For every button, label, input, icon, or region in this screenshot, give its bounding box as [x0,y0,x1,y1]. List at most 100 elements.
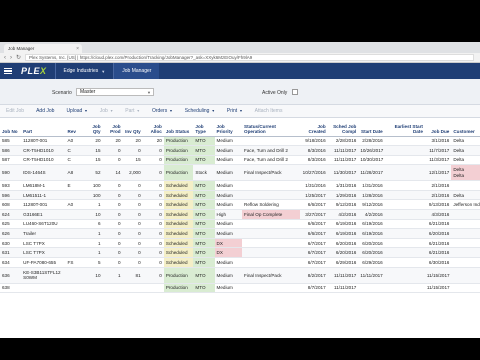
cell-earliest-start [384,247,425,259]
cell-job-alloc: 0 [142,238,164,249]
column-header-sched-job-compl[interactable]: Sched Job Compl [327,119,359,137]
cell-customer [451,228,480,239]
cell-sched-job-compl: 1/29/2016 [327,190,359,201]
column-header-customer[interactable]: Customer [451,119,480,137]
table-row[interactable]: 631 LSC T7PX 1 0 0 0 Scheduled MTO DX 6/7/2017 6/2… [0,247,480,259]
column-header-job-priority[interactable]: Job Priority [214,119,243,137]
company-selector[interactable]: Edge Industries ▼ [54,63,114,79]
cell-start-date: 11/11/2017 [358,267,385,284]
chevron-down-icon: ▼ [211,109,215,113]
chevron-down-icon: ▼ [147,89,151,95]
cell-inv-qty: 0 [122,247,143,259]
back-arrow-icon[interactable]: ‹ [4,55,6,61]
action-job-button[interactable]: Job ▼ [100,108,114,114]
browser-tab[interactable]: Job Manager × [4,44,82,53]
action-add-job-button[interactable]: Add Job [36,108,54,114]
cell-job-no: 624 [0,209,22,220]
cell-job-due: 11/15/2017 [424,267,452,284]
column-header-job-no[interactable]: Job No [0,119,22,137]
action-scheduling-button[interactable]: Scheduling ▼ [185,108,215,114]
cell-part: LM61511-1 [21,190,66,201]
cell-job-due: 11/7/2017 [424,145,452,156]
cell-part: CR-T5HD1010 [21,145,66,156]
cell-job-qty: 15 [82,155,103,166]
chevron-down-icon: ▼ [239,109,243,113]
cell-job-status: Scheduled [163,228,194,239]
close-icon[interactable]: × [76,46,79,52]
action-label: Orders [151,108,168,114]
column-header-inv-qty[interactable]: Inv Qty [122,119,143,137]
cell-job-status: Scheduled [163,180,194,191]
column-header-job-created[interactable]: Job Created [300,119,328,137]
table-row[interactable]: 638 Production MTO Medium 8/7/2017 11/11/2017… [0,283,480,294]
action-label: Upload [66,108,83,114]
cell-job-alloc: 0 [142,228,164,239]
cell-customer [451,267,480,284]
cell-earliest-start [384,155,425,166]
cell-customer [451,180,480,191]
cell-customer [451,238,480,249]
table-row[interactable]: 596 LM61511-1 100 0 0 0 Scheduled MTO Medium 1/25… [0,190,480,201]
hamburger-menu-icon[interactable] [0,63,16,79]
page-breadcrumb[interactable]: Job Manager [113,63,160,79]
column-header-job-type[interactable]: Job Type [193,119,215,137]
table-row[interactable]: 630 LSC T7PX 1 0 0 0 Scheduled MTO DX 6/7/2017 6/2… [0,238,480,249]
cell-job-priority: Medium [214,283,243,294]
cell-job-created: 1/31/2016 [300,180,328,191]
table-row[interactable]: 634 UF-PA7080-655 FS 5 0 0 0 Scheduled MTO Medium… [0,257,480,268]
cell-part: 11280T-001 [21,136,66,147]
video-frame: Job Manager × ‹ › ↻ Plex Systems, Inc. [… [0,0,480,360]
cell-sched-job-compl: 2/28/2016 [327,136,359,147]
cell-status-operation: Final Inspect/Pack [242,267,301,284]
action-part-button[interactable]: Part ▼ [125,108,140,114]
cell-job-qty: 52 [82,164,103,182]
column-header-rev[interactable]: Rev [65,119,83,137]
forward-arrow-icon[interactable]: › [10,55,12,61]
column-header-start-date[interactable]: Start Date [358,119,385,137]
cell-job-alloc: 0 [142,247,164,259]
table-row[interactable]: 608 11280T-001 A0 1 0 0 0 Scheduled MTO Medium Ref… [0,199,480,211]
table-row[interactable]: 626 Trailer 1 0 0 0 Scheduled MTO Medium 6/6/2017… [0,228,480,239]
column-header-job-alloc[interactable]: Job Alloc [142,119,164,137]
cell-job-priority: Medium [214,164,243,182]
column-header-part[interactable]: Part [21,119,66,137]
table-row[interactable]: 590 IDS-1464S A8 52 14 2,000 0 Production Stock M… [0,164,480,182]
column-header-job-status[interactable]: Job Status [163,119,194,137]
table-row[interactable]: 586 CR-T5HD1010 C 15 0 0 0 Production MTO Medium F… [0,145,480,156]
cell-part: LU460-S6T120U [21,219,66,230]
column-header-status-operation[interactable]: Status/Current Operation [242,119,301,137]
active-only-label: Active Only [262,90,288,96]
reload-icon[interactable]: ↻ [16,54,21,61]
action-print-button[interactable]: Print ▼ [227,108,243,114]
cell-status-operation [242,238,301,249]
action-attach-items-button[interactable]: Attach Items [255,108,283,114]
cell-sched-job-compl: 11/11/2017 [327,145,359,156]
chevron-down-icon: ▼ [136,109,140,113]
cell-part: G3166E1 [21,209,66,220]
column-header-earliest-start[interactable]: Earliest Start Date [384,119,425,137]
scenario-select[interactable]: Master ▼ [76,88,154,96]
table-row[interactable]: 593 LM618M-1 E 100 0 0 0 Scheduled MTO Medium 1/31… [0,180,480,191]
table-row[interactable]: 625 LU460-S6T120U 6 0 0 0 Scheduled MTO Medium 6/… [0,219,480,230]
action-orders-button[interactable]: Orders ▼ [152,108,173,114]
cell-job-no: 626 [0,228,22,239]
table-row[interactable]: 585 11280T-001 A0 20 20 20 20 Production MTO Medi… [0,136,480,147]
column-header-job-prod[interactable]: Job Prod [102,119,123,137]
action-edit-job-button[interactable]: Edit Job [6,108,24,114]
table-row[interactable]: 587 CR-T5HD1010 C 15 0 15 0 Production MTO Medium… [0,155,480,166]
table-row[interactable]: 636 KE-S3B11STFL12S0WM 10 1 81 0 Production MTO… [0,267,480,284]
cell-job-priority: Medium [214,199,243,211]
cell-job-qty: 15 [82,145,103,156]
cell-inv-qty: 0 [122,145,143,156]
active-only-checkbox[interactable] [292,89,298,95]
cell-inv-qty: 0 [122,190,143,201]
column-header-job-due[interactable]: Job Due [424,119,452,137]
action-upload-button[interactable]: Upload ▼ [66,108,87,114]
action-label: Part [125,108,135,114]
cell-job-priority: Medium [214,228,243,239]
table-row[interactable]: 624 G3166E1 10 0 0 0 Scheduled MTO High Final Op … [0,209,480,220]
url-field[interactable]: Plex Systems, Inc. [US] | https://cloud.… [25,54,474,61]
cell-customer [451,283,480,294]
column-header-job-qty[interactable]: Job Qty [82,119,103,137]
cell-job-prod: 0 [102,190,123,201]
